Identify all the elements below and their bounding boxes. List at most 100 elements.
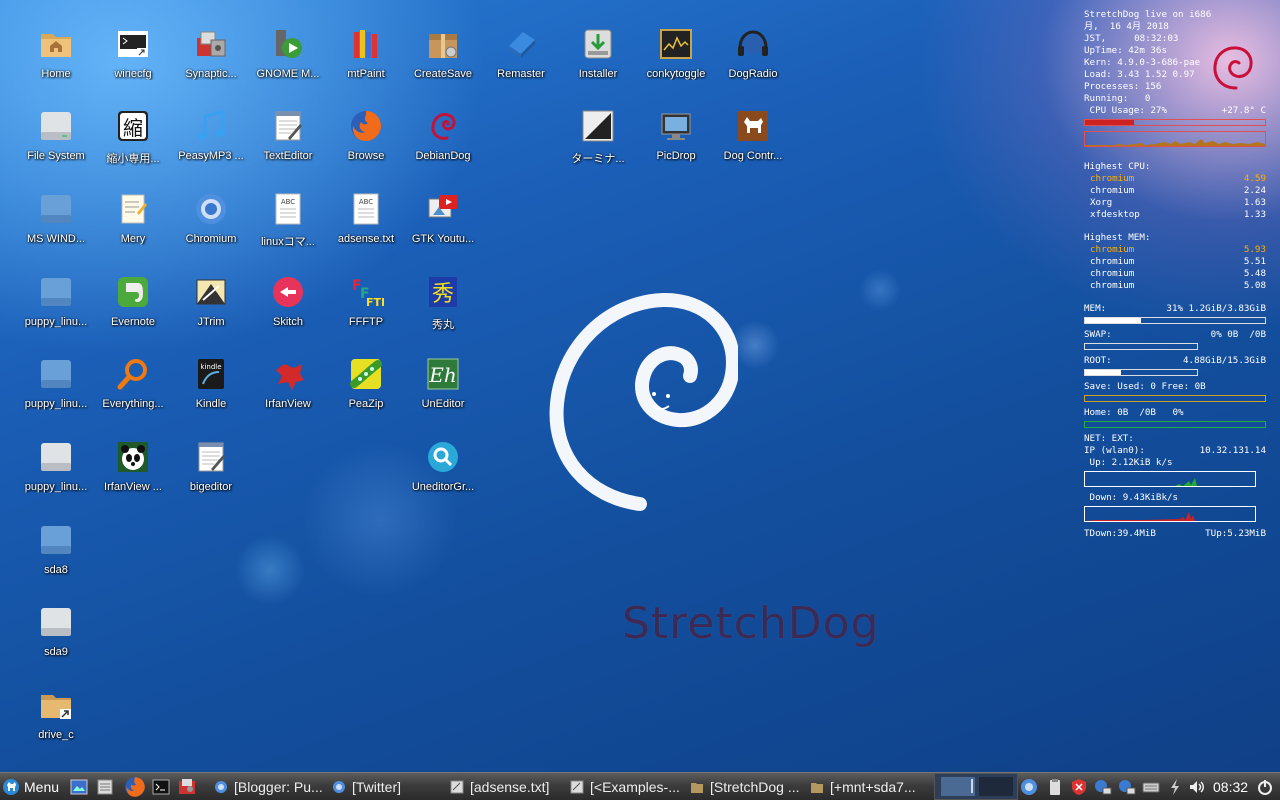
icon-label: UnEditor	[421, 398, 465, 410]
desktop-icon-installer[interactable]: Installer	[557, 22, 639, 96]
tray-volume[interactable]	[1188, 773, 1210, 800]
desktop-icon-debiandog[interactable]: DebianDog	[402, 104, 484, 178]
desktop-icon-home[interactable]: Home	[15, 22, 97, 96]
ip-value: 10.32.131.14	[1199, 445, 1266, 456]
icon-label: File System	[27, 150, 85, 162]
icon-label: DebianDog	[415, 150, 471, 162]
desktop-icon-browse[interactable]: Browse	[325, 104, 407, 178]
desktop-icon-puppy-linux-1[interactable]: puppy_linu...	[15, 270, 97, 344]
desktop-icon-conkytoggle[interactable]: conkytoggle	[635, 22, 717, 96]
tray-chromium[interactable]	[1020, 773, 1042, 800]
desktop-icon-mtpaint[interactable]: mtPaint	[325, 22, 407, 96]
shutdown-button[interactable]	[1256, 773, 1278, 800]
icon-label: IrfanView	[265, 398, 311, 410]
tray-power[interactable]	[1166, 773, 1186, 800]
folder-home-icon	[38, 26, 74, 62]
icon-label: Mery	[120, 233, 146, 245]
total-down: TDown:39.4MiB	[1084, 528, 1156, 539]
quicklaunch-file-manager[interactable]	[96, 773, 118, 800]
desktop-icon-uneditor[interactable]: Eh UnEditor	[402, 352, 484, 426]
workspace-pager[interactable]	[934, 773, 1018, 800]
conky-running-text: Running: 0	[1084, 93, 1151, 104]
process-value: 5.48	[1243, 268, 1266, 279]
desktop-icon-puppy-linux-2[interactable]: puppy_linu...	[15, 352, 97, 426]
mem-row: MEM: 31% 1.2GiB/3.83GiB	[1084, 303, 1266, 315]
desktop-icon-dog-control[interactable]: Dog Contr...	[712, 104, 794, 178]
icon-label: Home	[41, 68, 71, 80]
quicklaunch-synaptic[interactable]	[178, 773, 202, 800]
desktop-icon-terminal[interactable]: ターミナ...	[557, 104, 639, 178]
hidemaru-icon: 秀	[425, 274, 461, 310]
desktop-icon-puppy-linux-3[interactable]: puppy_linu...	[15, 435, 97, 509]
text-editor-icon	[450, 780, 464, 793]
download-graph-plot	[1085, 512, 1255, 521]
desktop-icon-mery[interactable]: Mery	[92, 187, 174, 261]
desktop-icon-jtrim[interactable]: JTrim	[170, 270, 252, 344]
workspace-1[interactable]	[941, 777, 975, 796]
task-blogger[interactable]: [Blogger: Pu...	[210, 773, 326, 800]
desktop-icon-sda8[interactable]: sda8	[15, 518, 97, 592]
icon-label: PeaZip	[348, 398, 384, 410]
desktop-icon-evernote[interactable]: Evernote	[92, 270, 174, 344]
tray-clock[interactable]: 08:32	[1213, 773, 1253, 800]
desktop-icon-chromium[interactable]: Chromium	[170, 187, 252, 261]
task-twitter[interactable]: [Twitter]	[328, 773, 438, 800]
tray-keyboard[interactable]	[1142, 773, 1162, 800]
desktop-icon-dogradio[interactable]: DogRadio	[712, 22, 794, 96]
desktop-icon-shrink[interactable]: 縮 縮小専用...	[92, 104, 174, 178]
quicklaunch-show-desktop[interactable]	[70, 773, 92, 800]
tray-firewall[interactable]	[1070, 773, 1090, 800]
process-name: chromium	[1090, 256, 1135, 267]
desktop-icon-peasymp3[interactable]: PeasyMP3 ...	[170, 104, 252, 178]
desktop-icon-gnome-mplayer[interactable]: GNOME M...	[247, 22, 329, 96]
desktop-icon-winecfg[interactable]: winecfg	[92, 22, 174, 96]
process-value: 5.93	[1243, 244, 1266, 255]
icon-label: Installer	[578, 68, 618, 80]
icon-label: PeasyMP3 ...	[178, 150, 244, 162]
process-value: 2.24	[1243, 185, 1266, 196]
desktop-icon-kindle[interactable]: kindle Kindle	[170, 352, 252, 426]
task-mnt-sda7-folder[interactable]: [+mnt+sda7...	[806, 773, 924, 800]
text-file-icon: ABC	[348, 191, 384, 227]
quicklaunch-terminal[interactable]	[152, 773, 174, 800]
desktop-icon-bigeditor[interactable]: bigeditor	[170, 435, 252, 509]
desktop-icon-linux-commands[interactable]: ABC linuxコマ...	[247, 187, 329, 261]
icon-label: Browse	[347, 150, 385, 162]
desktop-icon-hidemaru[interactable]: 秀 秀丸	[402, 270, 484, 344]
desktop-icon-gtk-youtube[interactable]: GTK Youtu...	[402, 187, 484, 261]
desktop-icon-drive-c[interactable]: drive_c	[15, 683, 97, 757]
icon-label: Remaster	[497, 68, 545, 80]
desktop-icon-uneditorgrep[interactable]: UneditorGr...	[402, 435, 484, 509]
icon-label: PicDrop	[656, 150, 696, 162]
desktop-icon-picdrop[interactable]: PicDrop	[635, 104, 717, 178]
tray-network-2[interactable]	[1118, 773, 1140, 800]
menu-button[interactable]: Menu	[2, 773, 68, 800]
desktop-icon-filesystem[interactable]: File System	[15, 104, 97, 178]
task-examples[interactable]: [<Examples-...	[566, 773, 684, 800]
tray-clipboard[interactable]	[1046, 773, 1066, 800]
ip-row: IP (wlan0): 10.32.131.14	[1084, 445, 1266, 457]
music-note-icon	[193, 108, 229, 144]
desktop-icon-synaptic[interactable]: Synaptic...	[170, 22, 252, 96]
tray-network-1[interactable]	[1094, 773, 1116, 800]
desktop-icon-remaster[interactable]: Remaster	[480, 22, 562, 96]
task-stretchdog-folder[interactable]: [StretchDog ...	[686, 773, 804, 800]
icon-label: FFFTP	[348, 316, 384, 328]
desktop-icon-everything[interactable]: Everything...	[92, 352, 174, 426]
desktop-icon-irfanview-thumbs[interactable]: IrfanView ...	[92, 435, 174, 509]
workspace-2[interactable]	[979, 777, 1013, 796]
desktop-icon-sda9[interactable]: sda9	[15, 600, 97, 674]
conky-kernel-text: Kern: 4.9.0-3-686-pae	[1084, 57, 1201, 68]
icon-label: Everything...	[102, 398, 164, 410]
desktop-icon-peazip[interactable]: PeaZip	[325, 352, 407, 426]
task-adsense[interactable]: [adsense.txt]	[446, 773, 562, 800]
desktop-icon-skitch[interactable]: Skitch	[247, 270, 329, 344]
desktop-icon-adsense[interactable]: ABC adsense.txt	[325, 187, 407, 261]
desktop-icon-createsave[interactable]: CreateSave	[402, 22, 484, 96]
desktop-icon-ms-windows[interactable]: MS WIND...	[15, 187, 97, 261]
quicklaunch-firefox[interactable]	[124, 773, 148, 800]
search-icon	[425, 439, 461, 475]
desktop-icon-irfanview[interactable]: IrfanView	[247, 352, 329, 426]
desktop-icon-texteditor[interactable]: TextEditor	[247, 104, 329, 178]
desktop-icon-ffftp[interactable]: FFFTP FFFTP	[325, 270, 407, 344]
